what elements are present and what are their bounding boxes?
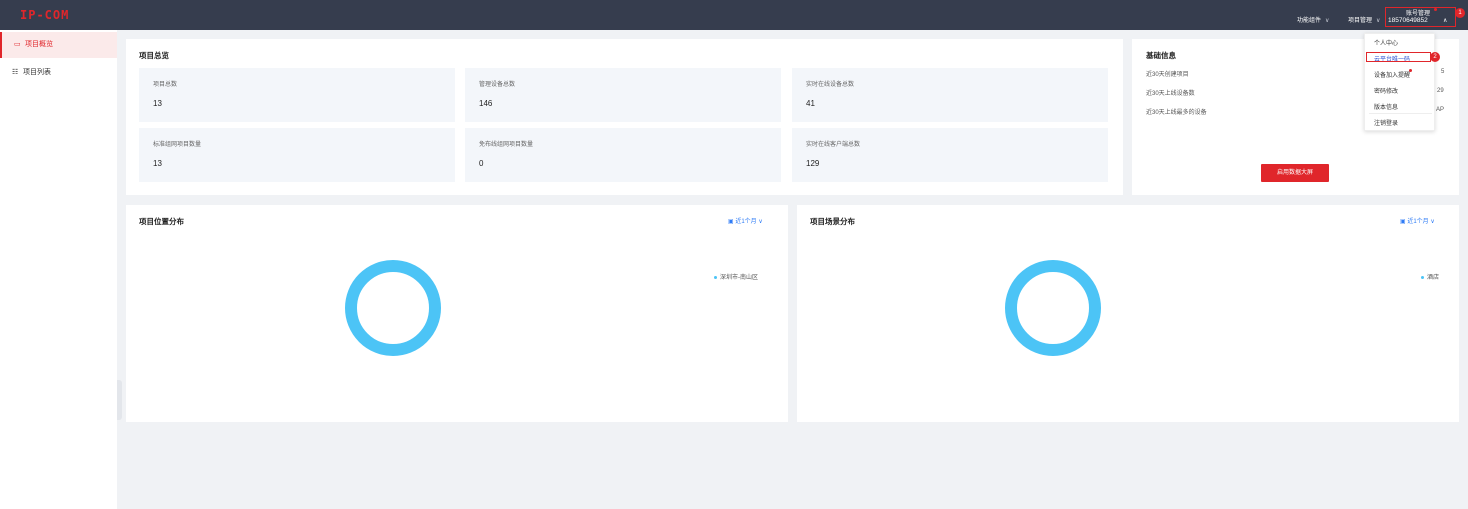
- info-value-online-devices: 29: [1437, 88, 1444, 94]
- info-label-online-devices: 近30天上线设备数: [1146, 91, 1195, 97]
- calendar-icon: ▣: [1400, 219, 1406, 225]
- info-label-new-projects: 近30天创建项目: [1146, 72, 1189, 78]
- sidebar-item-overview[interactable]: ▭ 项目概览: [0, 32, 117, 58]
- scene-period-select[interactable]: ▣ 近1个月 ∨: [1400, 216, 1435, 225]
- scene-legend-item[interactable]: 酒店: [1421, 272, 1439, 281]
- stat-managed-devices: 管理设备总数 146: [465, 68, 781, 122]
- stat-total-projects: 项目总数 13: [139, 68, 455, 122]
- legend-dot: [1421, 275, 1424, 279]
- stat-wireless-networks: 免布线组网项目数量 0: [465, 128, 781, 182]
- ip-com-logo[interactable]: IP-COM: [20, 8, 69, 22]
- menu-highlight-box: [1366, 52, 1431, 62]
- sidebar-item-label: 项目列表: [23, 69, 51, 76]
- reminder-dot: [1409, 69, 1412, 72]
- menu-item-logout[interactable]: 注销登录: [1374, 118, 1398, 127]
- stat-label: 项目总数: [153, 82, 178, 88]
- nav-label: 项目管理: [1348, 18, 1373, 24]
- top-bar: IP-COM 功能组件 ∨ 项目管理 ∨ 账号管理 18570649852 ∧ 1: [0, 0, 1468, 30]
- stat-value: 13: [153, 99, 162, 108]
- stat-value: 129: [806, 159, 820, 168]
- list-icon: ☷: [12, 69, 19, 76]
- location-legend-item[interactable]: 深圳市-南山区: [714, 272, 758, 281]
- stat-value: 13: [153, 159, 162, 168]
- sidebar-item-project-list[interactable]: ☷ 项目列表: [0, 60, 117, 86]
- location-donut-chart: [345, 260, 441, 356]
- overview-title: 项目总览: [139, 51, 169, 60]
- legend-label: 酒店: [1427, 275, 1440, 281]
- nav-functional-components[interactable]: 功能组件 ∨: [1297, 15, 1329, 24]
- donut-slice-shenzhen-nanshan[interactable]: [345, 260, 441, 356]
- stat-value: 146: [479, 99, 493, 108]
- location-chart-title: 项目位置分布: [139, 217, 184, 226]
- legend-dot: [714, 275, 717, 279]
- info-label-top-device: 近30天上线最多的设备: [1146, 110, 1207, 116]
- chevron-down-icon: ∨: [1325, 18, 1330, 24]
- calendar-icon: ▣: [728, 219, 734, 225]
- scene-donut-chart: [1005, 260, 1101, 356]
- basic-info-title: 基础信息: [1146, 51, 1176, 60]
- menu-item-change-password[interactable]: 密码修改: [1374, 86, 1398, 95]
- chevron-up-icon: ∧: [1443, 18, 1448, 24]
- stat-label: 实时在线客户端总数: [806, 142, 861, 148]
- scene-distribution-card: 项目场景分布 ▣ 近1个月 ∨ 酒店: [797, 205, 1459, 422]
- chevron-down-icon: ∨: [1430, 219, 1435, 225]
- chevron-down-icon: ∨: [1376, 18, 1381, 24]
- location-period-select[interactable]: ▣ 近1个月 ∨: [728, 216, 763, 225]
- account-notification-dot: [1434, 8, 1437, 11]
- stat-value: 0: [479, 159, 484, 168]
- menu-divider: [1369, 113, 1432, 114]
- sidebar-collapse-handle[interactable]: [117, 380, 122, 420]
- enable-data-screen-button[interactable]: 启用数据大屏: [1261, 164, 1329, 182]
- account-dropdown: 个人中心 云平台唯一码 设备加入提醒 密码修改 版本信息 注销登录: [1364, 33, 1435, 131]
- nav-project-management[interactable]: 项目管理 ∨: [1348, 15, 1380, 24]
- stat-label: 免布线组网项目数量: [479, 142, 534, 148]
- location-distribution-card: 项目位置分布 ▣ 近1个月 ∨ 深圳市-南山区: [126, 205, 788, 422]
- sidebar: ▭ 项目概览 ☷ 项目列表: [0, 30, 117, 509]
- stat-label: 管理设备总数: [479, 82, 516, 88]
- scene-chart-title: 项目场景分布: [810, 217, 855, 226]
- step-badge-2: 2: [1430, 52, 1440, 62]
- stat-value: 41: [806, 99, 815, 108]
- sidebar-item-label: 项目概览: [25, 41, 53, 48]
- step-badge-1: 1: [1455, 8, 1465, 18]
- period-label: 近1个月: [1407, 219, 1429, 225]
- stat-online-clients: 实时在线客户端总数 129: [792, 128, 1108, 182]
- monitor-icon: ▭: [14, 41, 21, 48]
- overview-card: 项目总览 项目总数 13 管理设备总数 146 实时在线设备总数 41 标准组网…: [126, 39, 1123, 195]
- account-label: 账号管理: [1406, 11, 1431, 17]
- stat-label: 实时在线设备总数: [806, 82, 855, 88]
- account-phone: 18570649852: [1388, 17, 1428, 24]
- chevron-down-icon: ∨: [758, 219, 763, 225]
- stat-online-devices: 实时在线设备总数 41: [792, 68, 1108, 122]
- nav-label: 功能组件: [1297, 18, 1322, 24]
- info-value-top-device: AP: [1436, 107, 1445, 113]
- stat-label: 标准组网项目数量: [153, 142, 202, 148]
- menu-item-device-join-reminder[interactable]: 设备加入提醒: [1374, 70, 1410, 79]
- stat-standard-networks: 标准组网项目数量 13: [139, 128, 455, 182]
- legend-label: 深圳市-南山区: [720, 275, 758, 281]
- menu-item-version-info[interactable]: 版本信息: [1374, 102, 1398, 111]
- donut-slice-hotel[interactable]: [1005, 260, 1101, 356]
- info-value-new-projects: 5: [1441, 69, 1445, 75]
- period-label: 近1个月: [735, 219, 757, 225]
- menu-item-personal-center[interactable]: 个人中心: [1374, 38, 1398, 47]
